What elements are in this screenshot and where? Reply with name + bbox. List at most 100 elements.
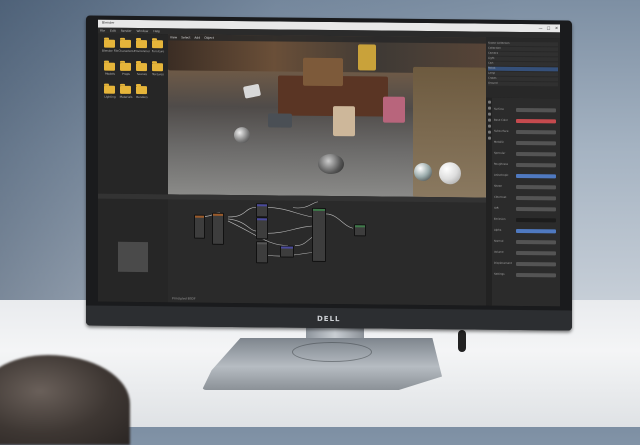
monitor-logo: DELL [317,314,341,324]
property-value-field[interactable] [516,195,556,201]
monitor-screen: Blender — □ ✕ File Edit Render Window He… [98,19,560,307]
folder-label: Environment [134,48,150,54]
menu-edit[interactable]: Edit [110,29,116,33]
folder-icon [104,85,115,94]
property-value-field[interactable] [516,239,556,245]
viewport-menu-view[interactable]: View [170,35,177,39]
folder-icon [136,62,147,72]
property-value-field[interactable] [516,206,556,212]
viewport-menu-add[interactable]: Add [194,36,200,40]
property-label: Base Color [494,118,508,122]
property-value-field[interactable] [516,272,556,278]
outliner-row[interactable]: Robot [488,66,558,72]
property-value-field[interactable] [516,261,556,267]
property-value-field[interactable] [516,151,556,157]
3d-viewport[interactable] [168,34,486,198]
material-output-node[interactable] [354,224,366,237]
scene-tab-icon[interactable] [487,112,491,116]
scene-crate [303,57,343,87]
close-button[interactable]: ✕ [553,25,560,30]
outliner-row[interactable]: Light [488,56,558,62]
outliner-row[interactable]: Scene Collection [488,41,558,47]
preview-header [98,193,168,200]
property-value-field[interactable] [516,173,556,179]
monitor-cable [458,330,466,352]
image-texture-node[interactable] [194,214,205,239]
chrome-preview-sphere [414,162,432,182]
menu-window[interactable]: Window [137,29,149,33]
property-value-field[interactable] [516,250,556,256]
scene-pot [318,153,344,175]
minimize-button[interactable]: — [537,25,544,30]
folder-item[interactable]: Materials [118,85,134,105]
outliner-row[interactable]: Collection [488,46,558,52]
property-label: Metallic [494,140,505,144]
folder-item[interactable]: Renders [134,85,150,105]
viewport-menu-object[interactable]: Object [204,36,214,40]
property-value-field[interactable] [516,118,556,124]
outliner-row[interactable]: Lamp [488,71,558,77]
folder-icon [120,62,131,71]
window-title: Blender [102,20,115,25]
folder-item[interactable]: Characters [118,39,134,59]
property-value-field[interactable] [516,184,556,190]
object-tab-icon[interactable] [487,124,491,128]
image-texture-node[interactable] [212,212,224,245]
node-editor[interactable]: Principled BSDF [168,194,486,306]
maximize-button[interactable]: □ [545,25,552,30]
folder-item[interactable]: Textures [150,63,166,82]
node-wires [201,201,354,257]
properties-tab-bar [486,97,492,306]
menu-help[interactable]: Help [153,29,160,33]
property-label: Displacement [494,261,512,265]
folder-icon [120,39,131,48]
viewport-menu-select[interactable]: Select [181,35,190,39]
folder-item[interactable]: Environment [134,39,150,59]
folder-item[interactable]: Blender Files [102,39,118,59]
preview-image [118,241,148,273]
folder-item[interactable]: Lighting [102,85,118,105]
monitor: Blender — □ ✕ File Edit Render Window He… [86,15,572,331]
modifier-tab-icon[interactable] [487,130,491,134]
outliner-row[interactable]: Ground [488,81,558,87]
principled-bsdf-node[interactable] [312,207,326,262]
property-value-field[interactable] [516,107,556,113]
world-tab-icon[interactable] [487,118,491,122]
outliner-row[interactable]: Cart [488,61,558,67]
node-editor-status: Principled BSDF [172,296,196,301]
folder-label: Textures [152,72,164,77]
material-tab-icon[interactable] [487,136,491,140]
folder-item[interactable]: Scenes [134,62,150,82]
folder-label: Props [122,71,130,76]
vector-node[interactable] [256,217,268,240]
property-value-field[interactable] [516,162,556,168]
outliner-row[interactable]: Camera [488,51,558,57]
normal-map-node[interactable] [280,245,294,258]
color-ramp-node[interactable] [256,241,268,264]
folder-label: Materials [119,94,133,99]
menu-render[interactable]: Render [121,29,132,33]
mapping-node[interactable] [256,203,268,218]
output-tab-icon[interactable] [487,106,491,110]
folder-label: Lighting [104,94,116,99]
outliner-panel: Scene Collection Collection Camera Light Car… [486,37,560,99]
folder-item[interactable]: Models [102,62,118,82]
property-value-field[interactable] [516,129,556,135]
scene-figure [333,106,355,137]
property-label: Alpha [494,228,502,232]
folder-item[interactable]: Furniture [150,40,166,59]
render-tab-icon[interactable] [487,100,491,104]
property-value-field[interactable] [516,228,556,234]
folder-icon [152,40,163,49]
folder-label: Models [105,71,115,76]
property-label: Subsurface [494,129,509,133]
folder-icon [120,85,131,94]
property-value-field[interactable] [516,217,556,223]
property-label: Volume [494,250,504,254]
property-value-field[interactable] [516,140,556,146]
folder-item[interactable]: Props [118,62,134,82]
scene-lamp [358,44,376,71]
folder-icon [136,85,147,95]
outliner-row[interactable]: Crates [488,76,558,82]
menu-file[interactable]: File [100,29,105,33]
